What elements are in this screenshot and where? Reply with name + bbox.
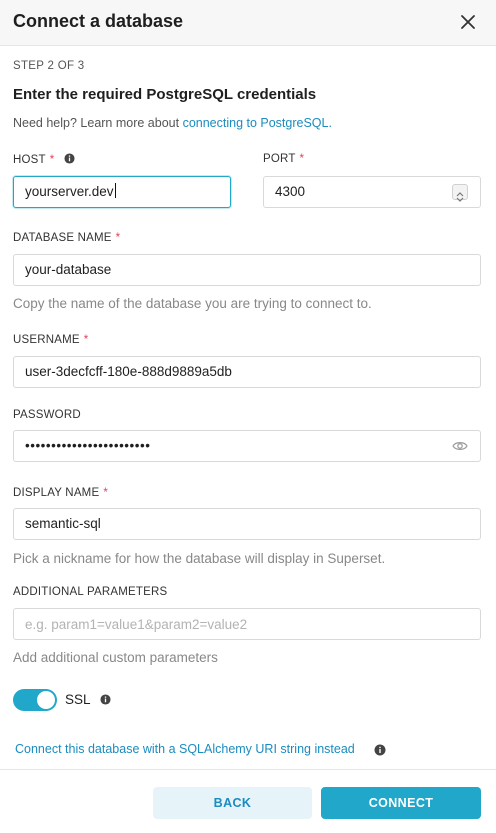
modal-footer: BACK CONNECT (0, 769, 496, 833)
database-name-input[interactable]: your-database (13, 254, 481, 286)
port-stepper[interactable] (452, 184, 468, 202)
help-link[interactable]: connecting to PostgreSQL. (183, 116, 332, 130)
required-marker: * (103, 487, 109, 499)
username-value: user-3decfcff-180e-888d9889a5db (25, 364, 232, 379)
password-value: •••••••••••••••••••••••• (25, 438, 151, 453)
host-input[interactable]: yourserver.dev (13, 176, 231, 208)
form-heading: Enter the required PostgreSQL credential… (13, 86, 317, 103)
host-label-text: HOST (13, 154, 46, 166)
required-marker: * (49, 154, 55, 166)
step-indicator: STEP 2 OF 3 (13, 60, 85, 72)
info-icon[interactable] (374, 744, 386, 756)
required-marker: * (299, 153, 305, 165)
ssl-label: SSL (65, 692, 111, 707)
text-caret (114, 183, 116, 198)
display-name-value: semantic-sql (25, 516, 101, 531)
toggle-knob (37, 691, 55, 709)
password-input[interactable]: •••••••••••••••••••••••• (13, 430, 481, 462)
display-name-label-text: DISPLAY NAME (13, 487, 100, 499)
required-marker: * (115, 232, 121, 244)
username-label: USERNAME * (13, 334, 88, 346)
database-name-label-text: DATABASE NAME (13, 232, 112, 244)
port-value: 4300 (275, 184, 306, 199)
ssl-toggle[interactable] (13, 689, 57, 711)
required-marker: * (83, 334, 89, 346)
ssl-label-text: SSL (65, 692, 91, 707)
close-icon[interactable] (458, 12, 478, 32)
username-input[interactable]: user-3decfcff-180e-888d9889a5db (13, 356, 481, 388)
stepper-arrows-icon (456, 192, 464, 202)
host-label: HOST * (13, 153, 75, 166)
help-prefix: Need help? Learn more about (13, 116, 183, 130)
additional-parameters-hint: Add additional custom parameters (13, 650, 218, 665)
back-button[interactable]: BACK (153, 787, 312, 819)
display-name-hint: Pick a nickname for how the database wil… (13, 551, 386, 566)
help-text: Need help? Learn more about connecting t… (13, 116, 332, 130)
port-label-text: PORT (263, 153, 296, 165)
password-label-text: PASSWORD (13, 409, 81, 421)
sqlalchemy-uri-link[interactable]: Connect this database with a SQLAlchemy … (15, 742, 355, 756)
database-name-value: your-database (25, 262, 112, 277)
additional-parameters-label: ADDITIONAL PARAMETERS (13, 586, 167, 598)
additional-parameters-input[interactable] (13, 608, 481, 640)
info-icon[interactable] (64, 153, 75, 164)
database-name-label: DATABASE NAME * (13, 232, 120, 244)
connect-button[interactable]: CONNECT (321, 787, 481, 819)
database-name-hint: Copy the name of the database you are tr… (13, 296, 372, 311)
modal-header: Connect a database (0, 0, 496, 46)
port-label: PORT * (263, 153, 304, 165)
additional-parameters-label-text: ADDITIONAL PARAMETERS (13, 586, 168, 598)
username-label-text: USERNAME (13, 334, 80, 346)
display-name-input[interactable]: semantic-sql (13, 508, 481, 540)
modal-title: Connect a database (13, 11, 184, 31)
password-label: PASSWORD (13, 409, 81, 421)
eye-icon[interactable] (452, 439, 468, 453)
info-icon[interactable] (100, 694, 111, 705)
host-value: yourserver.dev (25, 184, 114, 199)
port-input[interactable]: 4300 (263, 176, 481, 208)
display-name-label: DISPLAY NAME * (13, 487, 108, 499)
